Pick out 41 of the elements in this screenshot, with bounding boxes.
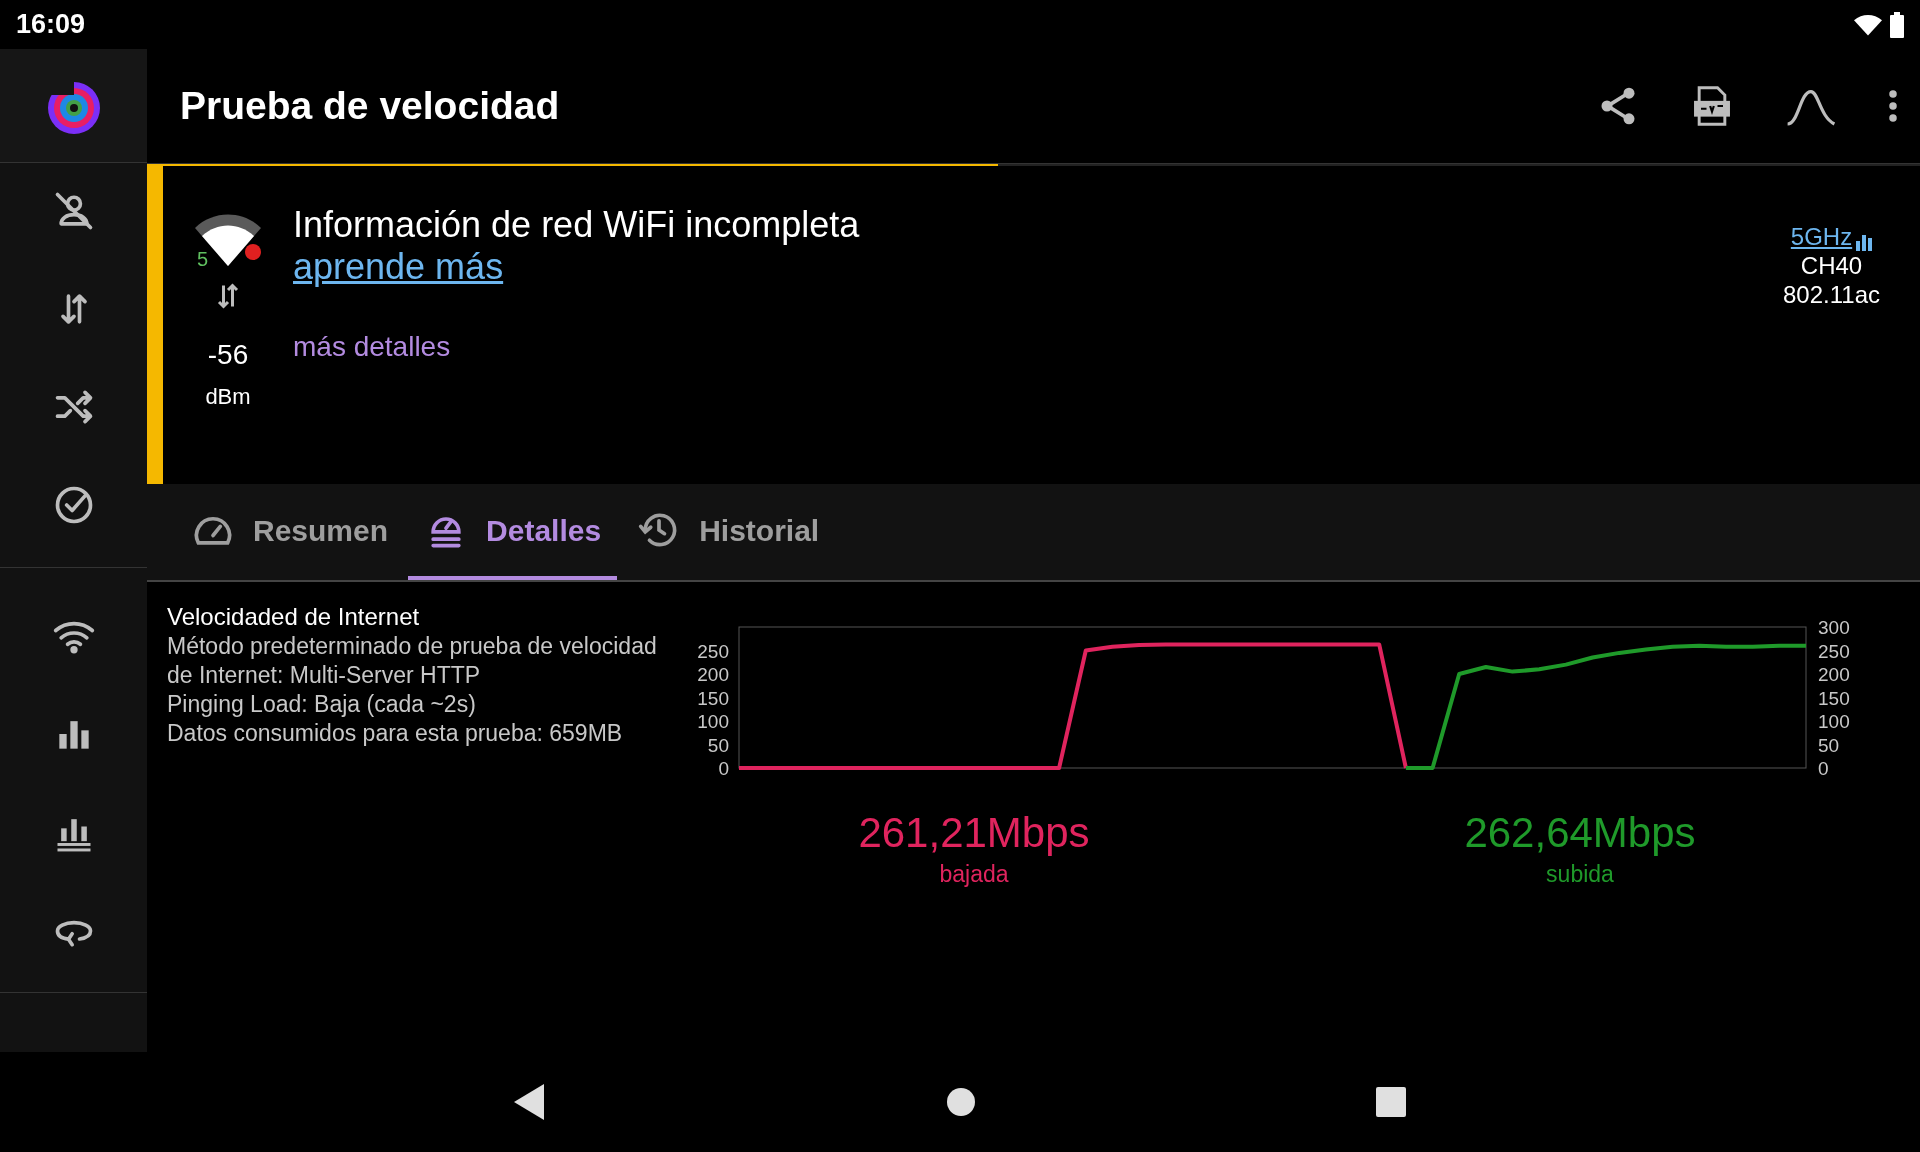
standard-label: 802.11ac [1783,280,1880,309]
back-icon[interactable] [514,1084,546,1120]
speed-label: bajada [939,860,1009,889]
tab[interactable]: Resumen [175,484,405,580]
more-details-link[interactable]: más detalles [293,326,451,368]
band-digit: 5 [197,247,209,272]
axis-tick-label: 100 [1818,711,1850,732]
speed-value: 261,21Mbps [858,809,1090,857]
axis-tick-label: 0 [718,758,729,779]
wifi-warning-heading: Información de red WiFi incompleta [293,204,860,246]
more-menu-icon[interactable] [1888,88,1898,124]
detail-text: Método predeterminado de prueba de velocidad de Internet: Multi-Server HTTP [167,632,658,690]
axis-tick-label: 200 [697,664,729,685]
axis-tick-label: 150 [1818,687,1850,709]
wifi-status-icon [1854,13,1882,36]
axis-tick-label: 0 [1818,758,1829,779]
axis-tick-label: 50 [707,734,729,756]
status-time: 16:09 [16,8,86,42]
axis-tick-label: 100 [697,711,729,732]
axis-tick-label: 50 [1818,734,1840,756]
signal-bars-icon [1856,233,1873,251]
channel-label: CH40 [1800,251,1863,280]
speed-label: subida [1546,860,1614,889]
signal-value: -56 [207,338,249,372]
battery-icon [1890,11,1904,38]
detail-text: Datos consumidos para esta prueba: 659MB [167,719,624,748]
screen-title: Prueba de velocidad [180,82,560,129]
wifi-signal-icon [195,214,261,268]
axis-tick-label: 250 [697,640,729,662]
axis-tick-label: 150 [697,687,729,709]
section-title: Velocidaded de Internet [167,602,421,632]
signal-unit: dBm [205,383,251,411]
speed-value: 262,64Mbps [1464,809,1696,857]
detail-text: Pinging Load: Baja (cada ~2s) [167,690,477,719]
band-link[interactable]: 5GHz [1790,222,1853,251]
learn-more-link[interactable]: aprende más [293,246,504,288]
axis-tick-label: 250 [1818,640,1850,662]
home-icon[interactable] [946,1087,976,1117]
axis-tick-label: 300 [1818,617,1850,638]
tab[interactable]: Historial [621,484,836,580]
axis-tick-label: 200 [1818,664,1850,685]
